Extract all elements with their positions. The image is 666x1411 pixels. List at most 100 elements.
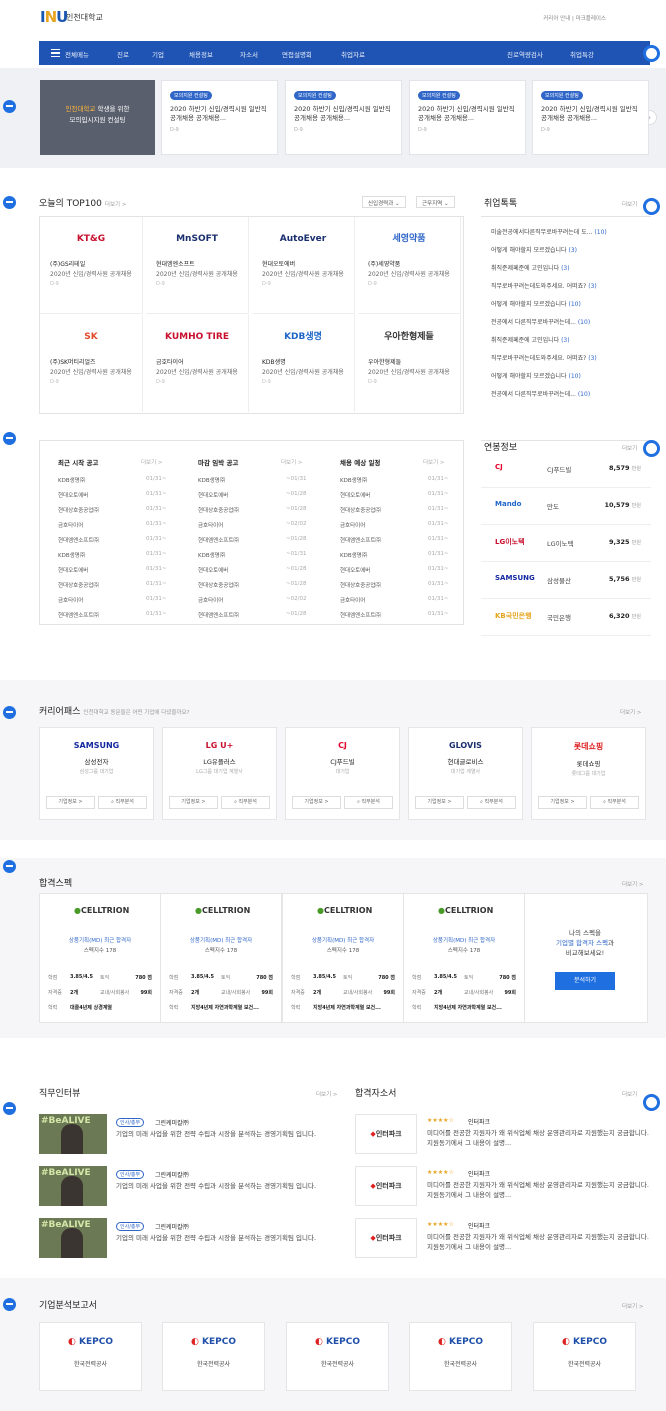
coverletter-item[interactable]: ◆인터파크 ★★★★☆ 인터파크 미디어를 전공한 지원자가 왜 위식업체 채상 운영… [355,1114,651,1154]
report-card[interactable]: ◐ KEPCO 한국전력공사 [533,1322,636,1391]
notice-company[interactable]: 금호타이어 [58,521,83,529]
nav-item-right[interactable]: 취업특강 [570,49,594,59]
hero-card[interactable]: 모의지원 컨설팅 2020 하반기 신입/경력시원 일반직 공개채용 공개채용..… [285,80,402,155]
career-type-select[interactable]: 신입경력과 ⌄ [362,196,406,208]
nav-item[interactable]: 진로 [117,49,129,59]
career-more-link[interactable]: 더보기 > [620,708,642,716]
notice-company[interactable]: 현대상호중공업㈜ [58,581,99,589]
spec-card[interactable]: ●CELLTRION 상품기획(MD) 최근 합격자 스펙지수 178 학점 3.85/… [39,893,161,1023]
qa-item[interactable]: 전공에서 다른직무로바꾸려는데... (10) [491,317,651,326]
company-info-button[interactable]: 기업정보 > [169,796,218,809]
nav-item[interactable]: 자소서 [240,49,258,59]
nav-all-menu[interactable]: 전체메뉴 [65,49,89,59]
interview-item[interactable]: #BeALIVE 인사/총무 그린케미칼㈜ 기업의 미래 사업을 위한 전략 수립과 … [39,1166,339,1206]
site-logo[interactable]: INU [40,8,68,26]
job-card[interactable]: KT&G (주)GS리테일 2020년 신입/경력사원 공개채용 D-9 [40,217,143,314]
qa-item[interactable]: 취직준제페준에 고민입니다 (3) [491,263,651,272]
qa-item[interactable]: 취직준제페준에 고민입니다 (3) [491,335,651,344]
qa-item[interactable]: 직무로바꾸려는데도와주세요. 어떠죠? (3) [491,281,651,290]
nav-item[interactable]: 취업자료 [341,49,365,59]
qa-item[interactable]: 직무로바꾸려는데도와주세요. 어떠죠? (3) [491,353,651,362]
notice-company[interactable]: 현대오토에버 [58,566,88,574]
company-info-button[interactable]: 기업정보 > [415,796,464,809]
notice-company[interactable]: 현대오토에버 [340,491,370,499]
qa-item[interactable]: 전공에서 다른직무로바꾸려는데... (10) [491,389,651,398]
notice-company[interactable]: 현대상호중공업㈜ [198,581,239,589]
qa-item[interactable]: 어떻게 해야할지 모르겠습니다 (10) [491,371,651,380]
notice-company[interactable]: 현대엠엔소프트㈜ [198,536,239,544]
top-links[interactable]: 커리어 안내 | 마크플레이스 [543,14,606,22]
nav-item[interactable]: 면접설명회 [282,49,312,59]
top100-more-link[interactable]: 더보기 > [105,202,127,208]
report-card[interactable]: ◐ KEPCO 한국전력공사 [409,1322,512,1391]
notice-company[interactable]: KDB생명㈜ [198,476,225,484]
notice-company[interactable]: 금호타이어 [198,521,223,529]
notice-company[interactable]: 현대엠엔소프트㈜ [340,611,381,619]
nav-item-right[interactable]: 진로역량검사 [507,49,543,59]
nav-item[interactable]: 채용정보 [189,49,213,59]
spec-card[interactable]: ●CELLTRION 상품기획(MD) 최근 합격자 스펙지수 178 학점 3.85/… [160,893,282,1023]
notice-company[interactable]: 현대엠엔소프트㈜ [58,536,99,544]
notice-more-link[interactable]: 더보기 > [423,458,445,466]
career-card[interactable]: SAMSUNG 삼성전자 삼성그룹 대기업 기업정보 > ⌕ 직무분석 [39,727,154,820]
job-analysis-button[interactable]: ⌕ 직무분석 [221,796,270,809]
notice-company[interactable]: 금호타이어 [340,596,365,604]
notice-company[interactable]: KDB생명㈜ [58,551,85,559]
career-card[interactable]: LG U+ LG유플러스 LG그룹 대기업 계열사 기업정보 > ⌕ 직무분석 [162,727,277,820]
salary-row[interactable]: KB국민은행 국민은행 6,320 만원 [481,599,651,636]
notice-company[interactable]: KDB생명㈜ [340,551,367,559]
qa-item[interactable]: 어떻게 해야할지 모르겠습니다 (3) [491,245,651,254]
notice-company[interactable]: 현대상호중공업㈜ [340,506,381,514]
notice-more-link[interactable]: 더보기 > [141,458,163,466]
hero-card[interactable]: 모의지원 컨설팅 2020 하반기 신입/경력시원 일반직 공개채용 공개채용..… [532,80,649,155]
qa-more-link[interactable]: 더보기 [622,200,637,208]
notice-company[interactable]: KDB생명㈜ [340,476,367,484]
notice-company[interactable]: 현대상호중공업㈜ [340,581,381,589]
job-card[interactable]: SK (주)SK머티리얼즈 2020년 신입/경력사원 공개채용 D-9 [40,315,143,412]
salary-row[interactable]: Mando 만도 10,579 만원 [481,488,651,525]
career-card[interactable]: CJ CJ푸드빌 대기업 기업정보 > ⌕ 직무분석 [285,727,400,820]
report-more-link[interactable]: 더보기 > [622,1302,644,1310]
report-card[interactable]: ◐ KEPCO 한국전력공사 [162,1322,265,1391]
company-info-button[interactable]: 기업정보 > [46,796,95,809]
notice-company[interactable]: 현대상호중공업㈜ [58,506,99,514]
notice-company[interactable]: 현대엠엔소프트㈜ [58,611,99,619]
hero-card[interactable]: 모의지원 컨설팅 2020 하반기 신입/경력시원 일반직 공개채용 공개채용..… [409,80,526,155]
hero-main-banner[interactable]: 인천대학교 학생을 위한 모의입시지원 컨설팅 [40,80,155,155]
notice-more-link[interactable]: 더보기 > [281,458,303,466]
notice-company[interactable]: KDB생명㈜ [198,551,225,559]
company-info-button[interactable]: 기업정보 > [538,796,587,809]
job-card[interactable]: 우아한형제들 우아한형제들 2020년 신입/경력사원 공개채용 D-9 [358,315,461,412]
notice-company[interactable]: 현대오토에버 [198,566,228,574]
job-analysis-button[interactable]: ⌕ 직무분석 [344,796,393,809]
job-card[interactable]: MnSOFT 현대엠엔소프트 2020년 신입/경력사원 공개채용 D-9 [146,217,249,314]
interview-item[interactable]: #BeALIVE 인사/총무 그린케미칼㈜ 기업의 미래 사업을 위한 전략 수립과 … [39,1218,339,1258]
spec-card[interactable]: ●CELLTRION 상품기획(MD) 최근 합격자 스펙지수 178 학점 3.85/… [282,893,404,1023]
coverletter-item[interactable]: ◆인터파크 ★★★★☆ 인터파크 미디어를 전공한 지원자가 왜 위식업체 채상 운영… [355,1166,651,1206]
job-card[interactable]: AutoEver 현대오토에버 2020년 신입/경력사원 공개채용 D-9 [252,217,355,314]
analyze-button[interactable]: 분석하기 [555,972,615,990]
nav-item[interactable]: 기업 [152,49,164,59]
interview-more-link[interactable]: 더보기 > [316,1090,338,1098]
job-card[interactable]: 세영약품 (주)세영약품 2020년 신입/경력사원 공개채용 D-9 [358,217,461,314]
career-card[interactable]: GLOVIS 현대글로비스 대기업 계열사 기업정보 > ⌕ 직무분석 [408,727,523,820]
notice-company[interactable]: 현대엠엔소프트㈜ [340,536,381,544]
notice-company[interactable]: 현대엠엔소프트㈜ [198,611,239,619]
qa-item[interactable]: 어떻게 해야할지 모르겠습니다 (10) [491,299,651,308]
hamburger-icon[interactable] [51,49,60,57]
job-card[interactable]: KDB생명 KDB생명 2020년 신입/경력사원 공개채용 D-9 [252,315,355,412]
notice-company[interactable]: 금호타이어 [198,596,223,604]
notice-company[interactable]: 현대오토에버 [58,491,88,499]
coverletter-item[interactable]: ◆인터파크 ★★★★☆ 인터파크 미디어를 전공한 지원자가 왜 위식업체 채상 운영… [355,1218,651,1258]
spec-more-link[interactable]: 더보기 > [622,880,644,888]
region-select[interactable]: 근무지역 ⌄ [416,196,455,208]
spec-card[interactable]: ●CELLTRION 상품기획(MD) 최근 합격자 스펙지수 178 학점 3.85/… [403,893,525,1023]
notice-company[interactable]: 현대상호중공업㈜ [198,506,239,514]
job-analysis-button[interactable]: ⌕ 직무분석 [467,796,516,809]
salary-row[interactable]: CJ CJ푸드빌 8,579 만원 [481,451,651,488]
salary-row[interactable]: LG이노텍 LG이노텍 9,325 만원 [481,525,651,562]
report-card[interactable]: ◐ KEPCO 한국전력공사 [286,1322,389,1391]
company-info-button[interactable]: 기업정보 > [292,796,341,809]
coverletter-more-link[interactable]: 더보기 [622,1090,637,1098]
notice-company[interactable]: 현대오토에버 [198,491,228,499]
